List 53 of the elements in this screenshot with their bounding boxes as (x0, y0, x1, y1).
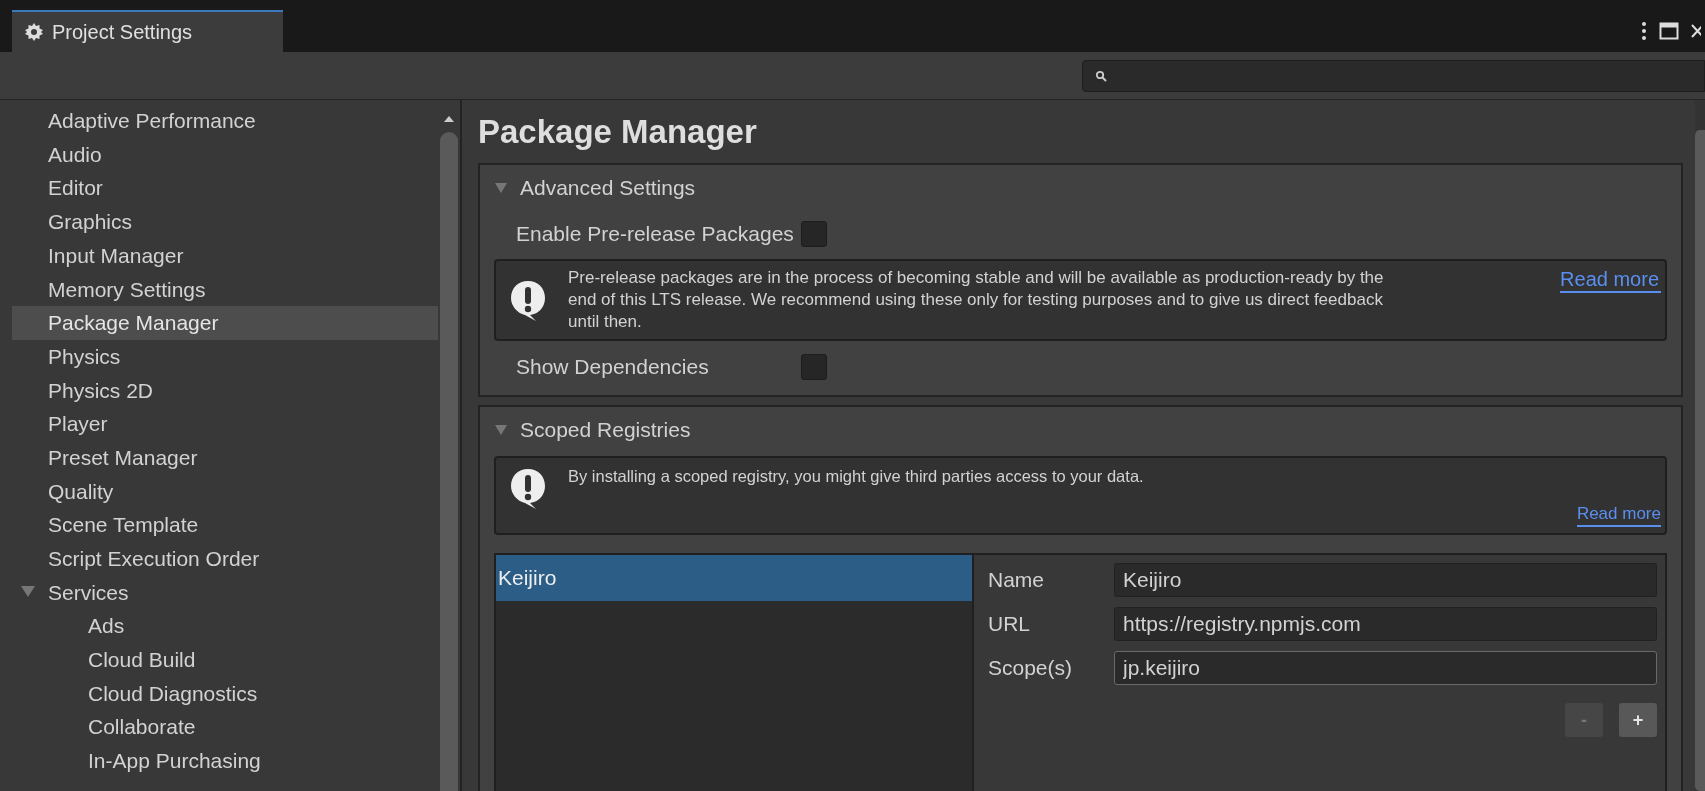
sidebar-item[interactable]: Audio (12, 137, 438, 172)
tab-title: Project Settings (52, 20, 193, 45)
field-label: Name (988, 567, 1046, 594)
help-text: By installing a scoped registry, you might give third parties access to your data. (568, 466, 1144, 487)
more-options-icon[interactable] (1641, 21, 1647, 41)
page-title: Package Manager (478, 111, 758, 152)
section-header[interactable]: Scoped Registries (480, 407, 1681, 453)
read-more-link[interactable]: Read more (1576, 503, 1661, 527)
checkbox-label: Enable Pre-release Packages (516, 220, 795, 247)
expanded-icon (494, 181, 508, 195)
sidebar-item[interactable]: Player (12, 407, 438, 441)
search-icon (1095, 69, 1107, 82)
registry-item[interactable]: Keijiro (496, 555, 972, 601)
add-button[interactable]: + (1619, 703, 1657, 737)
warning-icon (508, 466, 548, 510)
sidebar-item[interactable]: Adaptive Performance (12, 104, 438, 138)
sidebar-item[interactable]: Physics 2D (12, 373, 438, 408)
expanded-icon (494, 423, 508, 437)
sidebar-item[interactable]: Cloud Diagnostics (12, 676, 438, 711)
sidebar-item[interactable]: Input Manager (12, 238, 438, 273)
sidebar-item[interactable]: Quality (12, 474, 438, 509)
sidebar-item[interactable]: Ads (12, 609, 438, 643)
sidebar-item[interactable]: Memory Settings (12, 272, 438, 307)
help-text: Pre-release packages are in the process of becoming stable and will be available as production-ready by the end of this LTS release. We recommend using these only for testing purposes and to give us direct feedback until then. (568, 267, 1385, 333)
sidebar-item[interactable]: Services (12, 575, 438, 610)
text-field[interactable]: jp.keijiro (1114, 651, 1657, 685)
sidebar-item[interactable]: In-App Purchasing (12, 744, 438, 778)
sidebar-item[interactable]: Package Manager (12, 306, 438, 340)
sidebar-item[interactable]: Physics (12, 339, 438, 374)
field-label: Scope(s) (988, 655, 1074, 682)
maximize-icon[interactable] (1659, 22, 1679, 40)
text-field[interactable]: https://registry.npmjs.com (1114, 607, 1657, 641)
settings-icon (24, 22, 44, 42)
checkbox[interactable] (801, 220, 827, 247)
read-more-link[interactable]: Read more (1560, 267, 1661, 293)
sidebar-item[interactable]: Script Execution Order (12, 541, 438, 576)
sidebar-item[interactable]: Editor (12, 171, 438, 206)
scroll-up-icon[interactable] (443, 114, 455, 124)
window-tab[interactable]: Project Settings (12, 10, 283, 52)
warning-icon (508, 278, 548, 322)
text-field[interactable]: Keijiro (1114, 563, 1657, 597)
search-field[interactable] (1082, 59, 1705, 92)
section-header[interactable]: Advanced Settings (480, 165, 1681, 211)
sidebar-item[interactable]: Preset Manager (12, 440, 438, 475)
sidebar-item[interactable]: Cloud Build (12, 643, 438, 677)
scrollbar-thumb[interactable] (440, 132, 458, 791)
field-label: URL (988, 611, 1031, 638)
close-icon[interactable] (1691, 22, 1701, 40)
checkbox[interactable] (801, 353, 827, 380)
sidebar-item[interactable]: Graphics (12, 205, 438, 239)
sidebar-item[interactable]: Scene Template (12, 508, 438, 542)
sidebar-item[interactable]: Collaborate (12, 710, 438, 745)
checkbox-label: Show Dependencies (516, 353, 710, 380)
